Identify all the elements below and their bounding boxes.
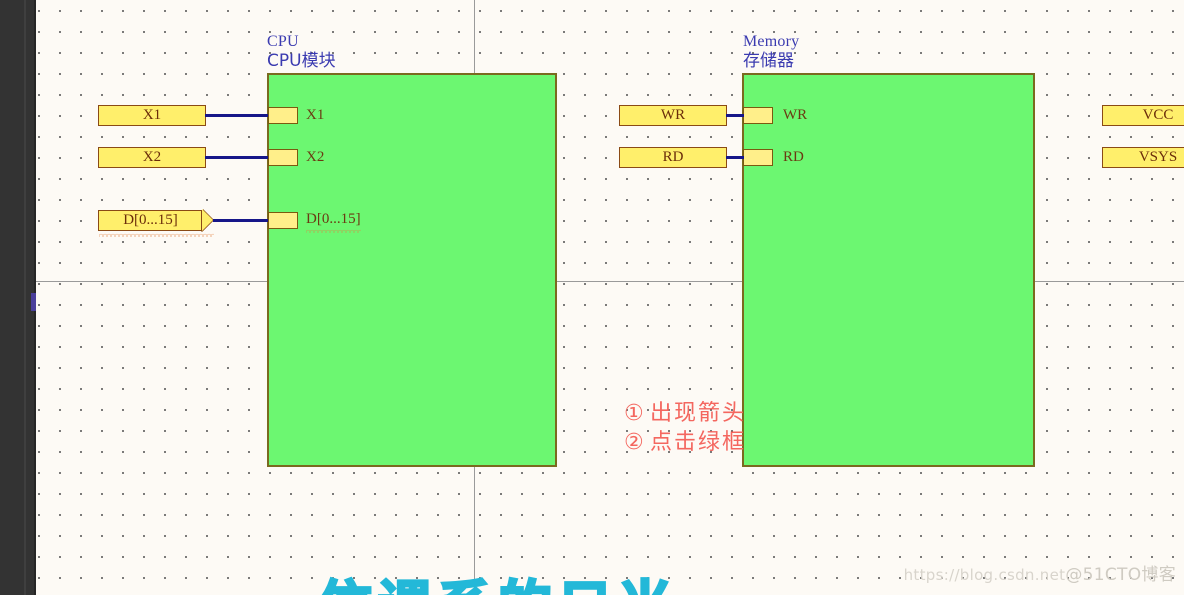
annotation-step-1-number: ① — [624, 401, 646, 426]
error-squiggle-icon — [99, 233, 214, 237]
watermark: https://blog.csdn.net@51CTO博客 — [904, 560, 1176, 585]
net-label-rd-text: RD — [662, 149, 684, 165]
net-label-vsys[interactable]: VSYS — [1102, 147, 1184, 168]
chrome-groove — [24, 0, 26, 595]
net-label-vcc-text: VCC — [1142, 107, 1174, 123]
pin-stub-x1[interactable] — [268, 107, 298, 124]
watermark-url: https://blog.csdn.net — [903, 566, 1066, 584]
block-title-cpu: CPU CPU模块 — [267, 34, 336, 70]
pin-stub-rd[interactable] — [743, 149, 773, 166]
pin-stub-wr[interactable] — [743, 107, 773, 124]
annotation-step-2-text: 点击绿框 — [650, 430, 747, 455]
component-block-cpu[interactable] — [267, 73, 557, 467]
wire-x1[interactable] — [205, 114, 268, 117]
wire-d0-15[interactable] — [213, 219, 268, 222]
block-title-cpu-cn: CPU模块 — [267, 51, 336, 71]
pin-label-x2: X2 — [306, 149, 325, 165]
wire-x2[interactable] — [205, 156, 268, 159]
pin-label-x1: X1 — [306, 107, 325, 123]
annotation-step-1: ① 出现箭头 — [624, 398, 746, 430]
net-label-d0-15[interactable]: D[0...15] — [98, 210, 214, 237]
wire-rd[interactable] — [726, 156, 744, 159]
net-label-x2-text: X2 — [142, 149, 162, 165]
schematic-canvas[interactable]: CPU CPU模块 X1 X2 D[0...15] Memory 存储器 WR … — [36, 0, 1184, 595]
component-block-memory[interactable] — [742, 73, 1035, 467]
net-label-x2[interactable]: X2 — [98, 147, 206, 168]
pin-label-wr: WR — [783, 107, 808, 123]
block-title-memory-en: Memory — [743, 33, 800, 50]
watermark-handle: @51CTO博客 — [1065, 565, 1176, 585]
net-label-wr-text: WR — [660, 107, 686, 123]
block-title-memory-cn: 存储器 — [743, 51, 794, 71]
annotation-step-2: ② 点击绿框 — [624, 427, 746, 459]
bottom-heading-text: 信课系的只当 — [317, 562, 678, 595]
net-label-rd[interactable]: RD — [619, 147, 727, 168]
block-title-memory: Memory 存储器 — [743, 34, 799, 70]
net-label-vcc[interactable]: VCC — [1102, 105, 1184, 126]
net-label-x1-text: X1 — [142, 107, 162, 123]
net-label-d0-15-text: D[0...15] — [123, 212, 178, 228]
annotation-step-1-text: 出现箭头 — [650, 401, 747, 426]
screenshot-root: CPU CPU模块 X1 X2 D[0...15] Memory 存储器 WR … — [0, 0, 1184, 595]
pin-label-rd: RD — [783, 149, 804, 165]
block-title-cpu-en: CPU — [267, 33, 299, 50]
pin-stub-d0-15[interactable] — [268, 212, 298, 229]
net-label-vsys-text: VSYS — [1138, 149, 1178, 165]
net-label-wr[interactable]: WR — [619, 105, 727, 126]
pin-label-d0-15: D[0...15] — [306, 211, 361, 233]
net-label-x1[interactable]: X1 — [98, 105, 206, 126]
annotation-step-2-number: ② — [624, 430, 646, 455]
pin-stub-x2[interactable] — [268, 149, 298, 166]
wire-wr[interactable] — [726, 114, 744, 117]
